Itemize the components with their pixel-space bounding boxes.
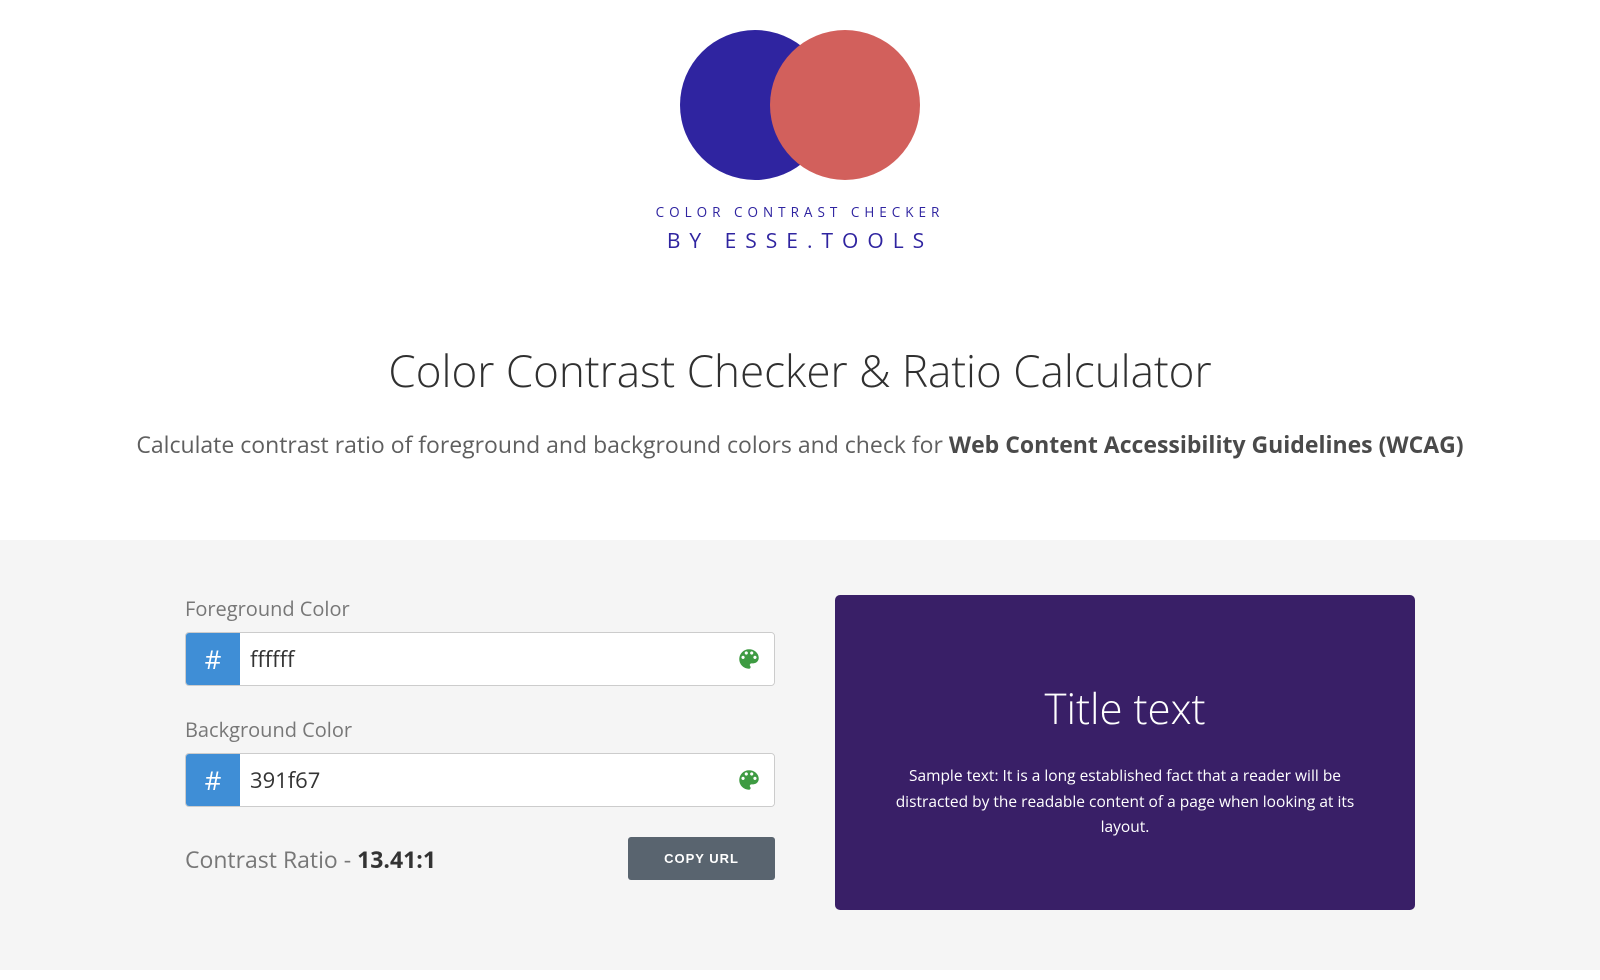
preview-panel: Title text Sample text: It is a long est… — [835, 595, 1415, 910]
background-input[interactable] — [240, 754, 724, 806]
logo-circle-right — [770, 30, 920, 180]
subtitle-prefix: Calculate contrast ratio of foreground a… — [136, 428, 948, 460]
hash-prefix: # — [186, 754, 240, 806]
foreground-label: Foreground Color — [185, 595, 775, 622]
background-input-group: # — [185, 753, 775, 807]
foreground-input[interactable] — [240, 633, 724, 685]
background-palette-button[interactable] — [724, 754, 774, 806]
ratio-label: Contrast Ratio - — [185, 843, 357, 875]
foreground-palette-button[interactable] — [724, 633, 774, 685]
hash-prefix: # — [186, 633, 240, 685]
background-label: Background Color — [185, 716, 775, 743]
preview-title-text: Title text — [875, 680, 1375, 737]
logo-venn — [670, 25, 930, 185]
foreground-input-group: # — [185, 632, 775, 686]
preview-body-text: Sample text: It is a long established fa… — [885, 763, 1365, 840]
logo-byline: BY ESSE.TOOLS — [0, 227, 1600, 255]
contrast-ratio: Contrast Ratio - 13.41:1 — [185, 843, 436, 875]
page-title: Color Contrast Checker & Ratio Calculato… — [0, 340, 1600, 400]
subtitle-bold: Web Content Accessibility Guidelines (WC… — [949, 428, 1464, 460]
palette-icon — [736, 767, 762, 793]
ratio-value: 13.41:1 — [357, 843, 436, 875]
logo-subtitle: COLOR CONTRAST CHECKER — [0, 203, 1600, 221]
copy-url-button[interactable]: COPY URL — [628, 837, 775, 880]
palette-icon — [736, 646, 762, 672]
page-subtitle: Calculate contrast ratio of foreground a… — [0, 428, 1600, 460]
